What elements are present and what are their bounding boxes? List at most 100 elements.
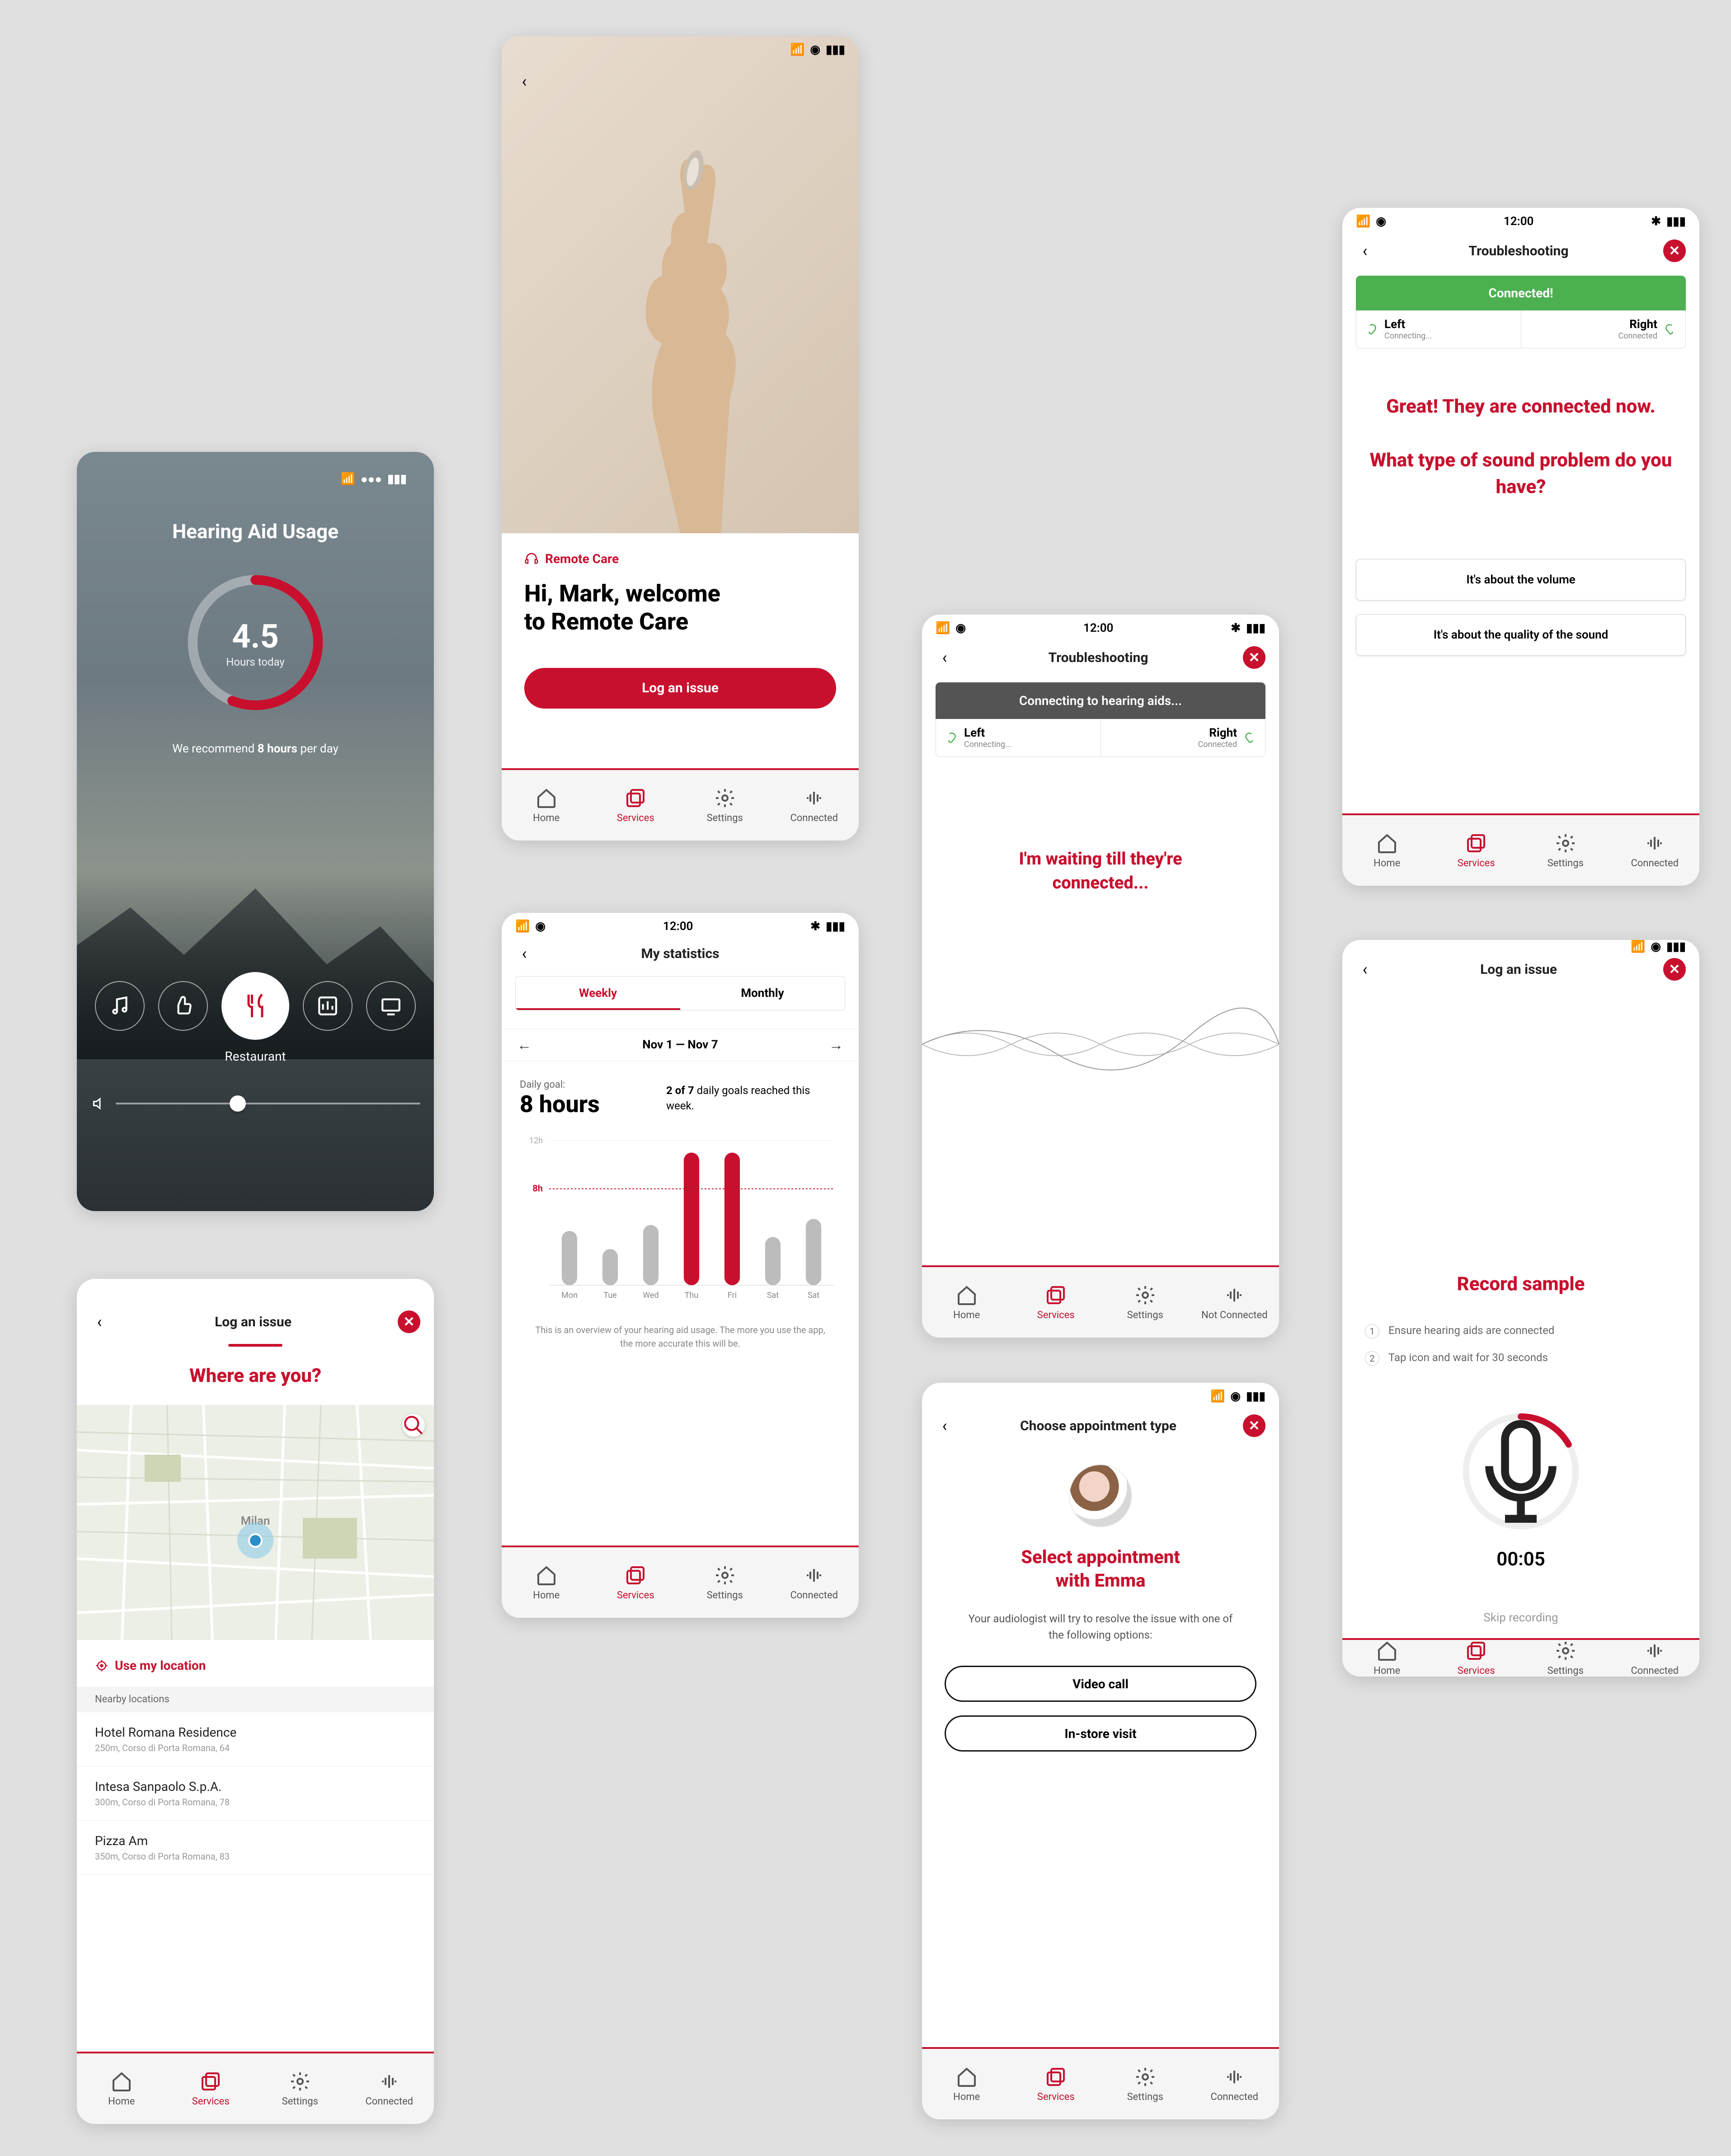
tab-home[interactable]: Home [77,2053,166,2124]
tab-not-connected[interactable]: Not Connected [1190,1267,1279,1338]
tab-settings[interactable]: Settings [1101,2049,1190,2119]
segment-weekly[interactable]: Weekly [516,977,680,1010]
usage-ring: 4.5 Hours today [183,570,328,715]
back-button[interactable]: ‹ [515,944,533,963]
close-button[interactable]: ✕ [1663,240,1686,262]
mode-thumbs[interactable] [158,981,208,1031]
tab-home[interactable]: Home [1342,1640,1432,1677]
usage-value: 4.5 [232,617,279,656]
volume-slider[interactable] [90,1095,420,1112]
tab-home[interactable]: Home [502,770,591,841]
tab-connected[interactable]: Connected [345,2053,434,2124]
location-item[interactable]: Intesa Sanpaolo S.p.A.300m, Corso di Por… [77,1766,434,1821]
map[interactable]: Milan [77,1405,434,1640]
wifi-icon: ◉ [1230,1390,1241,1403]
screen-statistics: 📶◉ 12:00 ✱▮▮▮ ‹ My statistics Weekly Mon… [502,913,859,1618]
page-title: Hearing Aid Usage [90,520,420,543]
wifi-icon: ◉ [535,920,546,933]
right-aid-cell: RightConnected [1101,719,1265,756]
tab-connected[interactable]: Connected [1610,815,1700,886]
segment-control: Weekly Monthly [515,976,845,1010]
close-button[interactable]: ✕ [1243,1414,1265,1437]
screen-record: 📶◉▮▮▮ ‹ Log an issue ✕ Record sample 1En… [1342,940,1699,1677]
next-week-button[interactable]: → [827,1036,845,1053]
bluetooth-icon: ✱ [1231,621,1241,635]
back-button[interactable]: ‹ [90,1313,108,1331]
mode-music[interactable] [95,981,145,1031]
location-item[interactable]: Hotel Romana Residence250m, Corso di Por… [77,1712,434,1766]
mode-carousel[interactable] [90,972,420,1040]
mode-tv[interactable] [366,981,416,1031]
welcome-heading: Hi, Mark, welcometo Remote Care [524,580,836,636]
tab-settings[interactable]: Settings [680,770,770,841]
tab-services[interactable]: Services [591,770,681,841]
tab-settings[interactable]: Settings [680,1547,770,1618]
map-search-button[interactable] [402,1414,425,1437]
back-button[interactable]: ‹ [936,648,954,667]
option-in-store[interactable]: In-store visit [945,1715,1256,1752]
hearing-aids-status: LeftConnecting... RightConnected [936,719,1265,757]
record-timer: 00:05 [1342,1548,1699,1570]
back-button[interactable]: ‹ [936,1417,954,1435]
tab-services[interactable]: Services [1011,1267,1101,1338]
tab-connected[interactable]: Connected [770,1547,859,1618]
tab-settings[interactable]: Settings [255,2053,345,2124]
left-aid-cell: LeftConnecting... [1356,310,1521,348]
tab-settings[interactable]: Settings [1521,815,1610,886]
bottom-nav: Home Services Settings Connected [502,1545,859,1618]
option-quality[interactable]: It's about the quality of the sound [1356,614,1686,656]
recommendation: We recommend 8 hours per day [90,742,420,756]
tab-home[interactable]: Home [502,1547,591,1618]
tab-services[interactable]: Services [1432,815,1521,886]
tab-services[interactable]: Services [1011,2049,1101,2119]
mode-chart[interactable] [303,981,353,1031]
close-button[interactable]: ✕ [1663,958,1686,981]
close-button[interactable]: ✕ [1243,646,1265,669]
tab-home[interactable]: Home [1342,815,1432,886]
status-time: 12:00 [966,621,1231,635]
appointment-description: Your audiologist will try to resolve the… [963,1611,1238,1643]
svg-text:Thu: Thu [685,1291,699,1300]
back-button[interactable]: ‹ [515,72,533,90]
tab-connected[interactable]: Connected [1190,2049,1279,2119]
back-button[interactable]: ‹ [1356,242,1374,260]
slider-thumb[interactable] [230,1095,246,1112]
signal-icon: 📶 [341,472,355,486]
hearing-aid-icon [1365,323,1379,336]
option-volume[interactable]: It's about the volume [1356,559,1686,601]
tab-settings[interactable]: Settings [1521,1640,1610,1677]
tab-connected[interactable]: Connected [770,770,859,841]
close-button[interactable]: ✕ [398,1311,420,1333]
step-1: 1Ensure hearing aids are connected [1342,1318,1699,1345]
location-item[interactable]: Pizza Am350m, Corso di Porta Romana, 83 [77,1821,434,1875]
tab-home[interactable]: Home [922,2049,1011,2119]
prompt-message: What type of sound problem do you have? [1369,447,1672,501]
battery-icon: ▮▮▮ [826,43,845,56]
prev-week-button[interactable]: ← [515,1036,533,1053]
signal-icon: 📶 [1356,215,1370,228]
use-my-location-button[interactable]: Use my location [77,1640,434,1686]
option-video-call[interactable]: Video call [945,1666,1256,1702]
status-bar [77,1279,434,1306]
segment-monthly[interactable]: Monthly [680,977,845,1010]
skip-recording-button[interactable]: Skip recording [1342,1597,1699,1638]
bluetooth-icon: ✱ [1651,215,1661,228]
hearing-aid-icon [1663,323,1676,336]
tab-services[interactable]: Services [591,1547,681,1618]
tab-settings[interactable]: Settings [1101,1267,1190,1338]
battery-icon: ▮▮▮ [387,472,407,486]
hero-image: 📶◉▮▮▮ ‹ [502,36,859,533]
back-button[interactable]: ‹ [1356,960,1374,978]
tab-connected[interactable]: Connected [1610,1640,1700,1677]
log-issue-button[interactable]: Log an issue [524,668,836,709]
hand-holding-hearing-aid-image [563,127,798,533]
tab-services[interactable]: Services [1432,1640,1521,1677]
tab-home[interactable]: Home [922,1267,1011,1338]
mode-restaurant[interactable] [221,972,289,1040]
waveform [922,1004,1279,1085]
wifi-icon: ◉ [955,621,966,635]
screen-appointment: 📶◉▮▮▮ ‹ Choose appointment type ✕ Select… [922,1383,1279,2119]
record-button[interactable] [1458,1408,1584,1535]
signal-icon: 📶 [1631,940,1645,954]
tab-services[interactable]: Services [166,2053,256,2124]
